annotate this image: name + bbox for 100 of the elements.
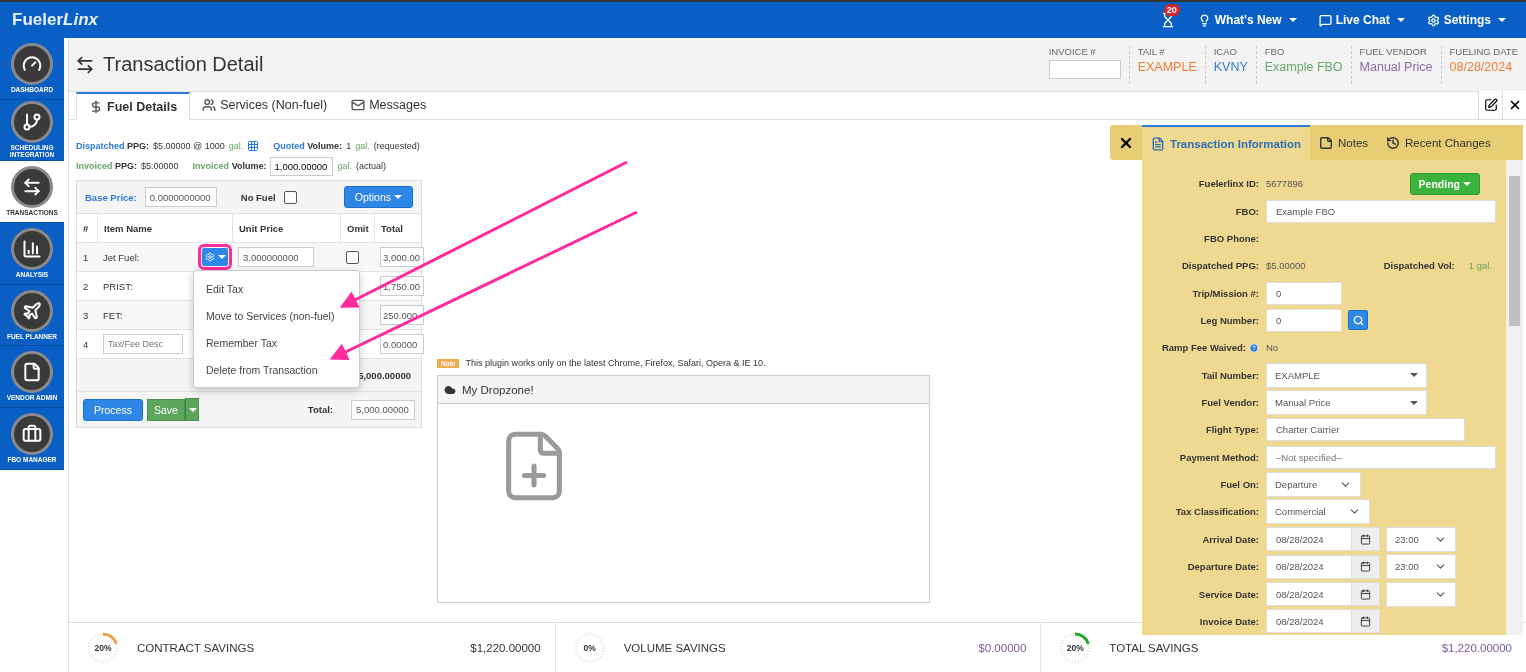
text-field[interactable]: Example FBO: [1266, 199, 1496, 223]
options-button[interactable]: Options: [343, 186, 413, 208]
menu-item[interactable]: Edit Tax: [194, 275, 359, 302]
close-button[interactable]: [1110, 125, 1142, 160]
field-label: Invoice Date:: [1198, 615, 1259, 627]
nav-menu[interactable]: What's New: [1197, 13, 1297, 27]
field-label: Fuelerlinx ID:: [1197, 178, 1259, 190]
select-field[interactable]: Departure: [1266, 472, 1362, 498]
help-icon[interactable]: [1249, 342, 1259, 353]
volume-value: 1 gal.: [1468, 260, 1492, 272]
info-note: (requested): [373, 141, 420, 151]
tab[interactable]: Fuel Details: [76, 92, 191, 120]
summary-value: Example FBO: [1264, 59, 1343, 74]
total-field[interactable]: 1,750.00: [380, 276, 424, 296]
caret-icon: [217, 255, 226, 259]
calendar-icon: [1360, 615, 1371, 627]
percent-text: 20%: [1066, 642, 1084, 653]
summary-label: FUEL VENDOR: [1359, 45, 1428, 57]
search-button[interactable]: [1348, 310, 1368, 331]
summary-label: FBO: [1264, 45, 1286, 57]
text-field[interactable]: –Not specified–: [1266, 445, 1496, 469]
no-fuel-label: No Fuel: [240, 191, 276, 203]
calendar-icon: [1360, 561, 1371, 573]
ppg-value: $5.00000: [1266, 260, 1306, 272]
info-value: 1: [346, 141, 352, 151]
item-name: Jet Fuel:: [103, 251, 140, 263]
close-button[interactable]: [1502, 91, 1526, 119]
caret-icon: [1410, 373, 1418, 378]
briefcase-icon: [22, 424, 42, 445]
info-label: Quoted Volume:: [273, 141, 343, 151]
summary-value: KVNY: [1213, 59, 1248, 74]
column-header: #: [82, 221, 90, 236]
nav-menu[interactable]: Live Chat: [1318, 13, 1405, 27]
unit-price-field[interactable]: 3.000000000: [238, 247, 314, 267]
date-field[interactable]: 08/28/2024: [1266, 609, 1380, 634]
field-label: Ramp Fee Waived:: [1161, 342, 1246, 354]
field-label: Service Date:: [1197, 588, 1259, 600]
text-field[interactable]: 0: [1266, 308, 1342, 332]
caret-icon: [1463, 181, 1471, 186]
field-label: Tax Classification:: [1174, 506, 1259, 518]
note-text: This plugin works only on the latest Chrome, Firefox, Safari, Opera & IE 10.: [465, 358, 766, 368]
info-value: $5.00000: [141, 161, 179, 171]
info-label: Invoiced PPG:: [76, 161, 138, 171]
select-field[interactable]: Manual Price: [1266, 390, 1427, 416]
edit-button[interactable]: [1478, 91, 1502, 119]
tab[interactable]: Services (Non-fuel): [190, 91, 340, 119]
gear-icon: [204, 252, 215, 262]
select-field[interactable]: Commercial: [1266, 499, 1370, 525]
field-label: FBO Phone:: [1203, 232, 1259, 244]
time-select[interactable]: 23:00: [1386, 554, 1456, 580]
invoice-field[interactable]: [1048, 59, 1121, 79]
tab[interactable]: Notes: [1310, 125, 1378, 160]
unit-text: gal.: [228, 141, 244, 151]
text-field[interactable]: Charter Carrier: [1266, 418, 1465, 442]
savings-value: $0.00000: [978, 641, 1027, 654]
menu-item[interactable]: Move to Services (non-fuel): [194, 302, 359, 329]
menu-item[interactable]: Remember Tax: [194, 329, 359, 356]
tab[interactable]: Transaction Information: [1142, 125, 1310, 160]
summary-value: Manual Price: [1359, 59, 1433, 74]
dropzone[interactable]: My Dropzone!: [437, 375, 930, 603]
mail-icon: [351, 98, 366, 112]
note-icon: [1319, 135, 1333, 150]
volume-field[interactable]: 1,000.00000: [270, 156, 334, 176]
tab[interactable]: Messages: [339, 91, 439, 119]
scrollbar[interactable]: [1506, 160, 1523, 635]
text-field[interactable]: 0: [1266, 281, 1342, 305]
total-field[interactable]: 0.00000: [380, 334, 424, 354]
process-button[interactable]: Process: [83, 398, 143, 421]
date-field[interactable]: 08/28/2024: [1266, 582, 1380, 607]
cloud-icon: [444, 383, 456, 396]
summary-value: 08/28/2024: [1449, 59, 1514, 74]
caret-icon: [394, 195, 402, 199]
item-name: PRIST:: [103, 280, 133, 292]
calendar-icon: [1360, 588, 1371, 600]
total-field[interactable]: 3,000.00: [380, 247, 424, 267]
field-value: No: [1266, 342, 1279, 354]
tab[interactable]: Recent Changes: [1377, 125, 1500, 160]
select-field[interactable]: EXAMPLE: [1266, 362, 1427, 388]
date-field[interactable]: 08/28/2024: [1266, 554, 1380, 579]
search-icon: [1352, 314, 1364, 326]
date-field[interactable]: 08/28/2024: [1266, 527, 1380, 552]
checkbox[interactable]: [283, 190, 297, 204]
table-icon[interactable]: [247, 140, 260, 152]
field-label: Dispatched Vol:: [1383, 260, 1455, 272]
percent-text: 20%: [94, 642, 112, 653]
checkbox[interactable]: [346, 250, 359, 264]
base-price-field[interactable]: 0.0000000000: [144, 187, 217, 207]
field-label: Tail Number:: [1200, 369, 1259, 381]
info-label: Dispatched PPG:: [76, 141, 150, 151]
percent-text: 0%: [583, 642, 596, 653]
summary-label: ICAO: [1213, 45, 1238, 57]
menu-item[interactable]: Delete from Transaction: [194, 356, 359, 383]
dollar-icon: [89, 99, 103, 114]
app-logo[interactable]: FuelerLinx: [12, 10, 1160, 30]
time-select[interactable]: 23:00: [1386, 526, 1456, 552]
savings-label: VOLUME SAVINGS: [623, 641, 727, 654]
field-label: Fuel On:: [1219, 479, 1259, 491]
description-field[interactable]: Tax/Fee Desc: [103, 334, 183, 354]
total-field[interactable]: 5,000.00000: [351, 399, 415, 420]
nav-menu[interactable]: Settings: [1426, 13, 1506, 27]
